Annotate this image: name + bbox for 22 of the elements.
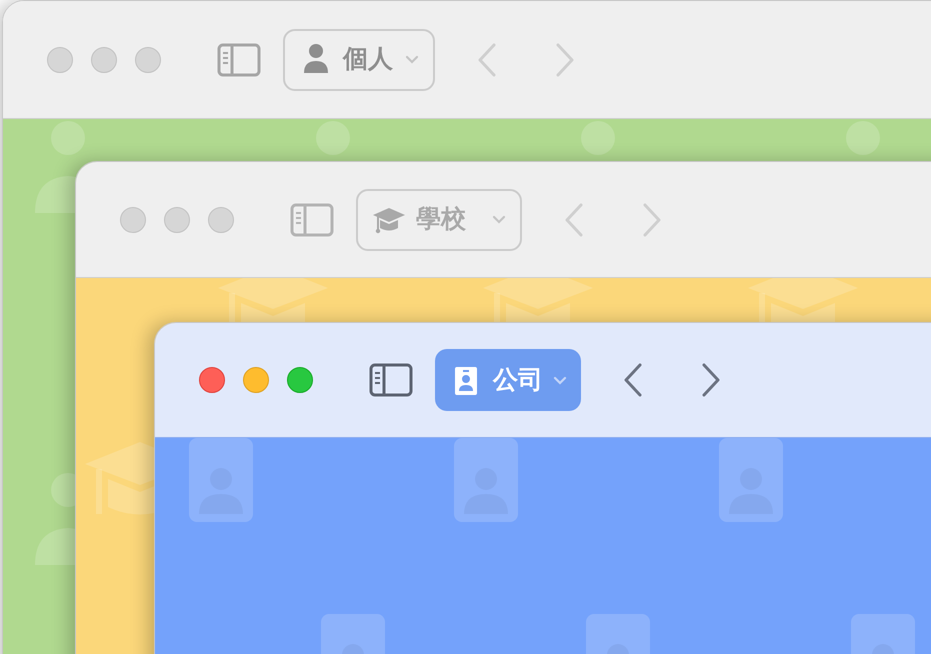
back-button[interactable] xyxy=(623,363,643,397)
profile-button[interactable]: 公司 xyxy=(435,349,581,411)
profile-name: 個人 xyxy=(343,47,393,72)
profile-name: 公司 xyxy=(493,368,543,392)
profile-name: 學校 xyxy=(416,207,466,232)
close-button[interactable] xyxy=(120,206,146,232)
sidebar-button[interactable] xyxy=(217,42,261,76)
profile-button[interactable]: 個人 xyxy=(283,28,435,90)
chevron-down-icon xyxy=(405,55,419,64)
chevron-down-icon xyxy=(492,215,506,224)
close-button[interactable] xyxy=(199,367,225,393)
zoom-button[interactable] xyxy=(287,367,313,393)
zoom-button[interactable] xyxy=(208,206,234,232)
minimize-button[interactable] xyxy=(243,367,269,393)
zoom-button[interactable] xyxy=(135,46,161,72)
minimize-button[interactable] xyxy=(164,206,190,232)
sidebar-button[interactable] xyxy=(369,363,413,397)
forward-button[interactable] xyxy=(701,363,721,397)
minimize-button[interactable] xyxy=(91,46,117,72)
close-button[interactable] xyxy=(47,46,73,72)
chevron-down-icon xyxy=(553,376,567,384)
profile-button[interactable]: 學校 xyxy=(356,188,522,250)
